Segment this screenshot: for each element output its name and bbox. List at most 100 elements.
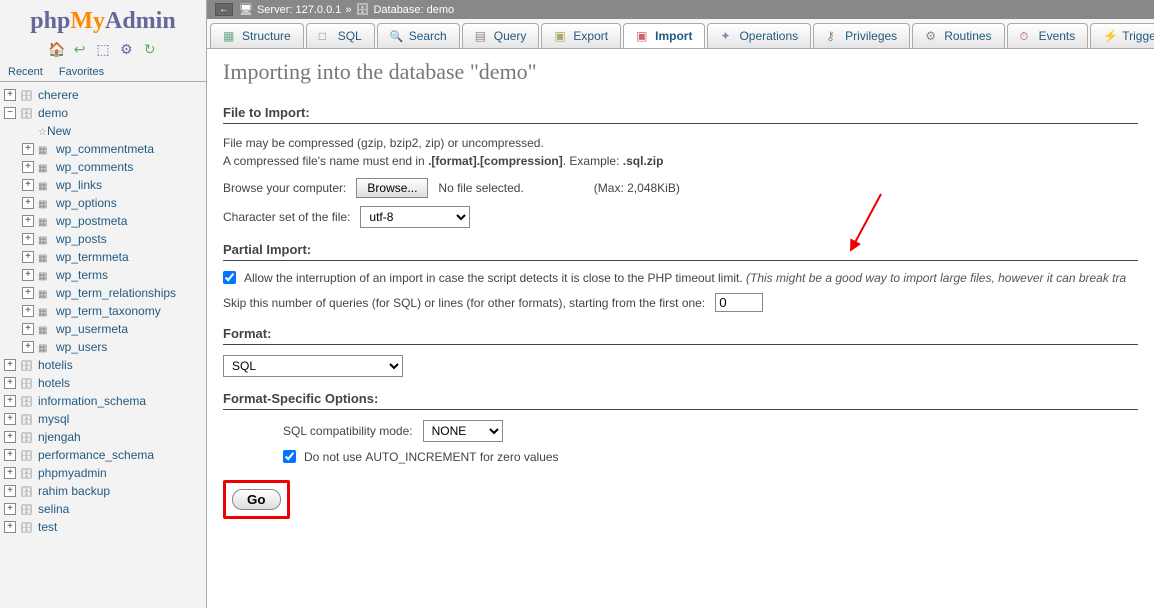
expand-icon[interactable]: + [22,161,34,173]
tree-new[interactable]: New [0,122,206,140]
file-import-heading: File to Import: [223,105,1138,124]
tree-label: wp_term_relationships [56,286,176,300]
table-icon [38,142,52,156]
tree-table[interactable]: +wp_term_taxonomy [0,302,206,320]
compat-select[interactable]: NONE [423,420,503,442]
noauto-1: Do not use [304,450,365,464]
expand-icon[interactable]: + [22,341,34,353]
tree-db[interactable]: +selina [0,500,206,518]
expand-icon[interactable]: + [4,89,16,101]
expand-icon[interactable]: + [22,197,34,209]
tree-table[interactable]: +wp_posts [0,230,206,248]
tree-table[interactable]: +wp_usermeta [0,320,206,338]
skip-input[interactable] [715,293,763,312]
tree-db[interactable]: +hotels [0,374,206,392]
tree-db[interactable]: +rahim backup [0,482,206,500]
tab-import[interactable]: Import [623,23,705,48]
tree-table[interactable]: + wp_term_relationships [0,284,206,302]
tab-export[interactable]: Export [541,23,621,48]
breadcrumb-database[interactable]: Database: demo [373,4,454,16]
docs-icon[interactable]: ⬚ [95,41,111,57]
tree-table[interactable]: +wp_users [0,338,206,356]
privileges-icon [826,29,840,43]
tab-triggers[interactable]: Triggers [1090,23,1154,48]
tab-query[interactable]: Query [462,23,540,48]
expand-icon[interactable]: + [4,521,16,533]
tab-search[interactable]: Search [377,23,460,48]
tab-sql[interactable]: SQL [306,23,375,48]
expand-icon[interactable]: + [4,449,16,461]
table-icon [38,286,52,300]
breadcrumb-server[interactable]: Server: 127.0.0.1 [257,4,341,16]
expand-icon[interactable]: + [22,251,34,263]
tree-table[interactable]: +wp_terms [0,266,206,284]
events-icon [1020,29,1034,43]
file-desc-2b: .[format].[compression] [428,154,563,168]
tree-db[interactable]: +test [0,518,206,536]
table-icon [38,160,52,174]
expand-icon[interactable]: + [4,431,16,443]
go-button[interactable]: Go [232,489,281,510]
file-desc-line1: File may be compressed (gzip, bzip2, zip… [223,136,544,150]
tree-label: performance_schema [38,448,154,462]
database-icon [20,106,34,120]
tree-db[interactable]: +mysql [0,410,206,428]
no-autoincrement-checkbox[interactable] [283,450,296,463]
expand-icon[interactable]: + [4,395,16,407]
expand-icon[interactable]: + [22,323,34,335]
expand-icon[interactable]: + [4,359,16,371]
tree-db[interactable]: +phpmyadmin [0,464,206,482]
tree-db[interactable]: + performance_schema [0,446,206,464]
tab-structure[interactable]: Structure [210,23,304,48]
logo[interactable]: phpMyAdmin [0,0,206,39]
browse-button[interactable]: Browse... [356,178,428,198]
tab-routines-label: Routines [944,29,991,43]
tab-privileges[interactable]: Privileges [813,23,910,48]
tree-label: wp_comments [56,160,133,174]
home-icon[interactable]: 🏠 [48,41,64,57]
logout-icon[interactable]: ↩ [72,41,88,57]
tree-db[interactable]: +hotelis [0,356,206,374]
expand-icon[interactable]: + [22,305,34,317]
expand-icon[interactable]: + [22,179,34,191]
settings-icon[interactable]: ⚙ [118,41,134,57]
tab-events[interactable]: Events [1007,23,1089,48]
expand-icon[interactable]: + [4,503,16,515]
tab-recent[interactable]: Recent [0,63,51,81]
format-select[interactable]: SQL [223,355,403,377]
nav-recent-favorites: Recent Favorites [0,63,206,82]
tree-table[interactable]: +wp_commentmeta [0,140,206,158]
tree-table[interactable]: + wp_options [0,194,206,212]
db-tree: +cherere−demoNew+wp_commentmeta+wp_comme… [0,82,206,608]
tree-label: wp_options [56,196,117,210]
tab-operations[interactable]: Operations [707,23,811,48]
expand-icon[interactable]: + [22,269,34,281]
expand-icon[interactable]: + [22,143,34,155]
tree-db[interactable]: +cherere [0,86,206,104]
collapse-panel-button[interactable]: ← [215,3,233,16]
tree-db[interactable]: +information_schema [0,392,206,410]
expand-icon[interactable]: + [22,287,34,299]
tree-table[interactable]: +wp_links [0,176,206,194]
tab-favorites[interactable]: Favorites [51,63,112,81]
allow-interrupt-checkbox[interactable] [223,271,236,284]
table-icon [38,178,52,192]
tree-table[interactable]: + wp_comments [0,158,206,176]
charset-select[interactable]: utf-8 [360,206,470,228]
tab-structure-label: Structure [242,29,291,43]
expand-icon[interactable]: + [4,467,16,479]
tree-table[interactable]: +wp_postmeta [0,212,206,230]
collapse-icon[interactable]: − [4,107,16,119]
expand-icon[interactable]: + [4,485,16,497]
tab-events-label: Events [1039,29,1076,43]
expand-icon[interactable]: + [22,233,34,245]
expand-icon[interactable]: + [4,377,16,389]
expand-icon[interactable]: + [22,215,34,227]
new-icon [38,124,47,138]
reload-icon[interactable]: ↻ [142,41,158,57]
tab-routines[interactable]: Routines [912,23,1004,48]
expand-icon[interactable]: + [4,413,16,425]
tree-table[interactable]: +wp_termmeta [0,248,206,266]
tree-db[interactable]: +njengah [0,428,206,446]
tree-db[interactable]: −demo [0,104,206,122]
